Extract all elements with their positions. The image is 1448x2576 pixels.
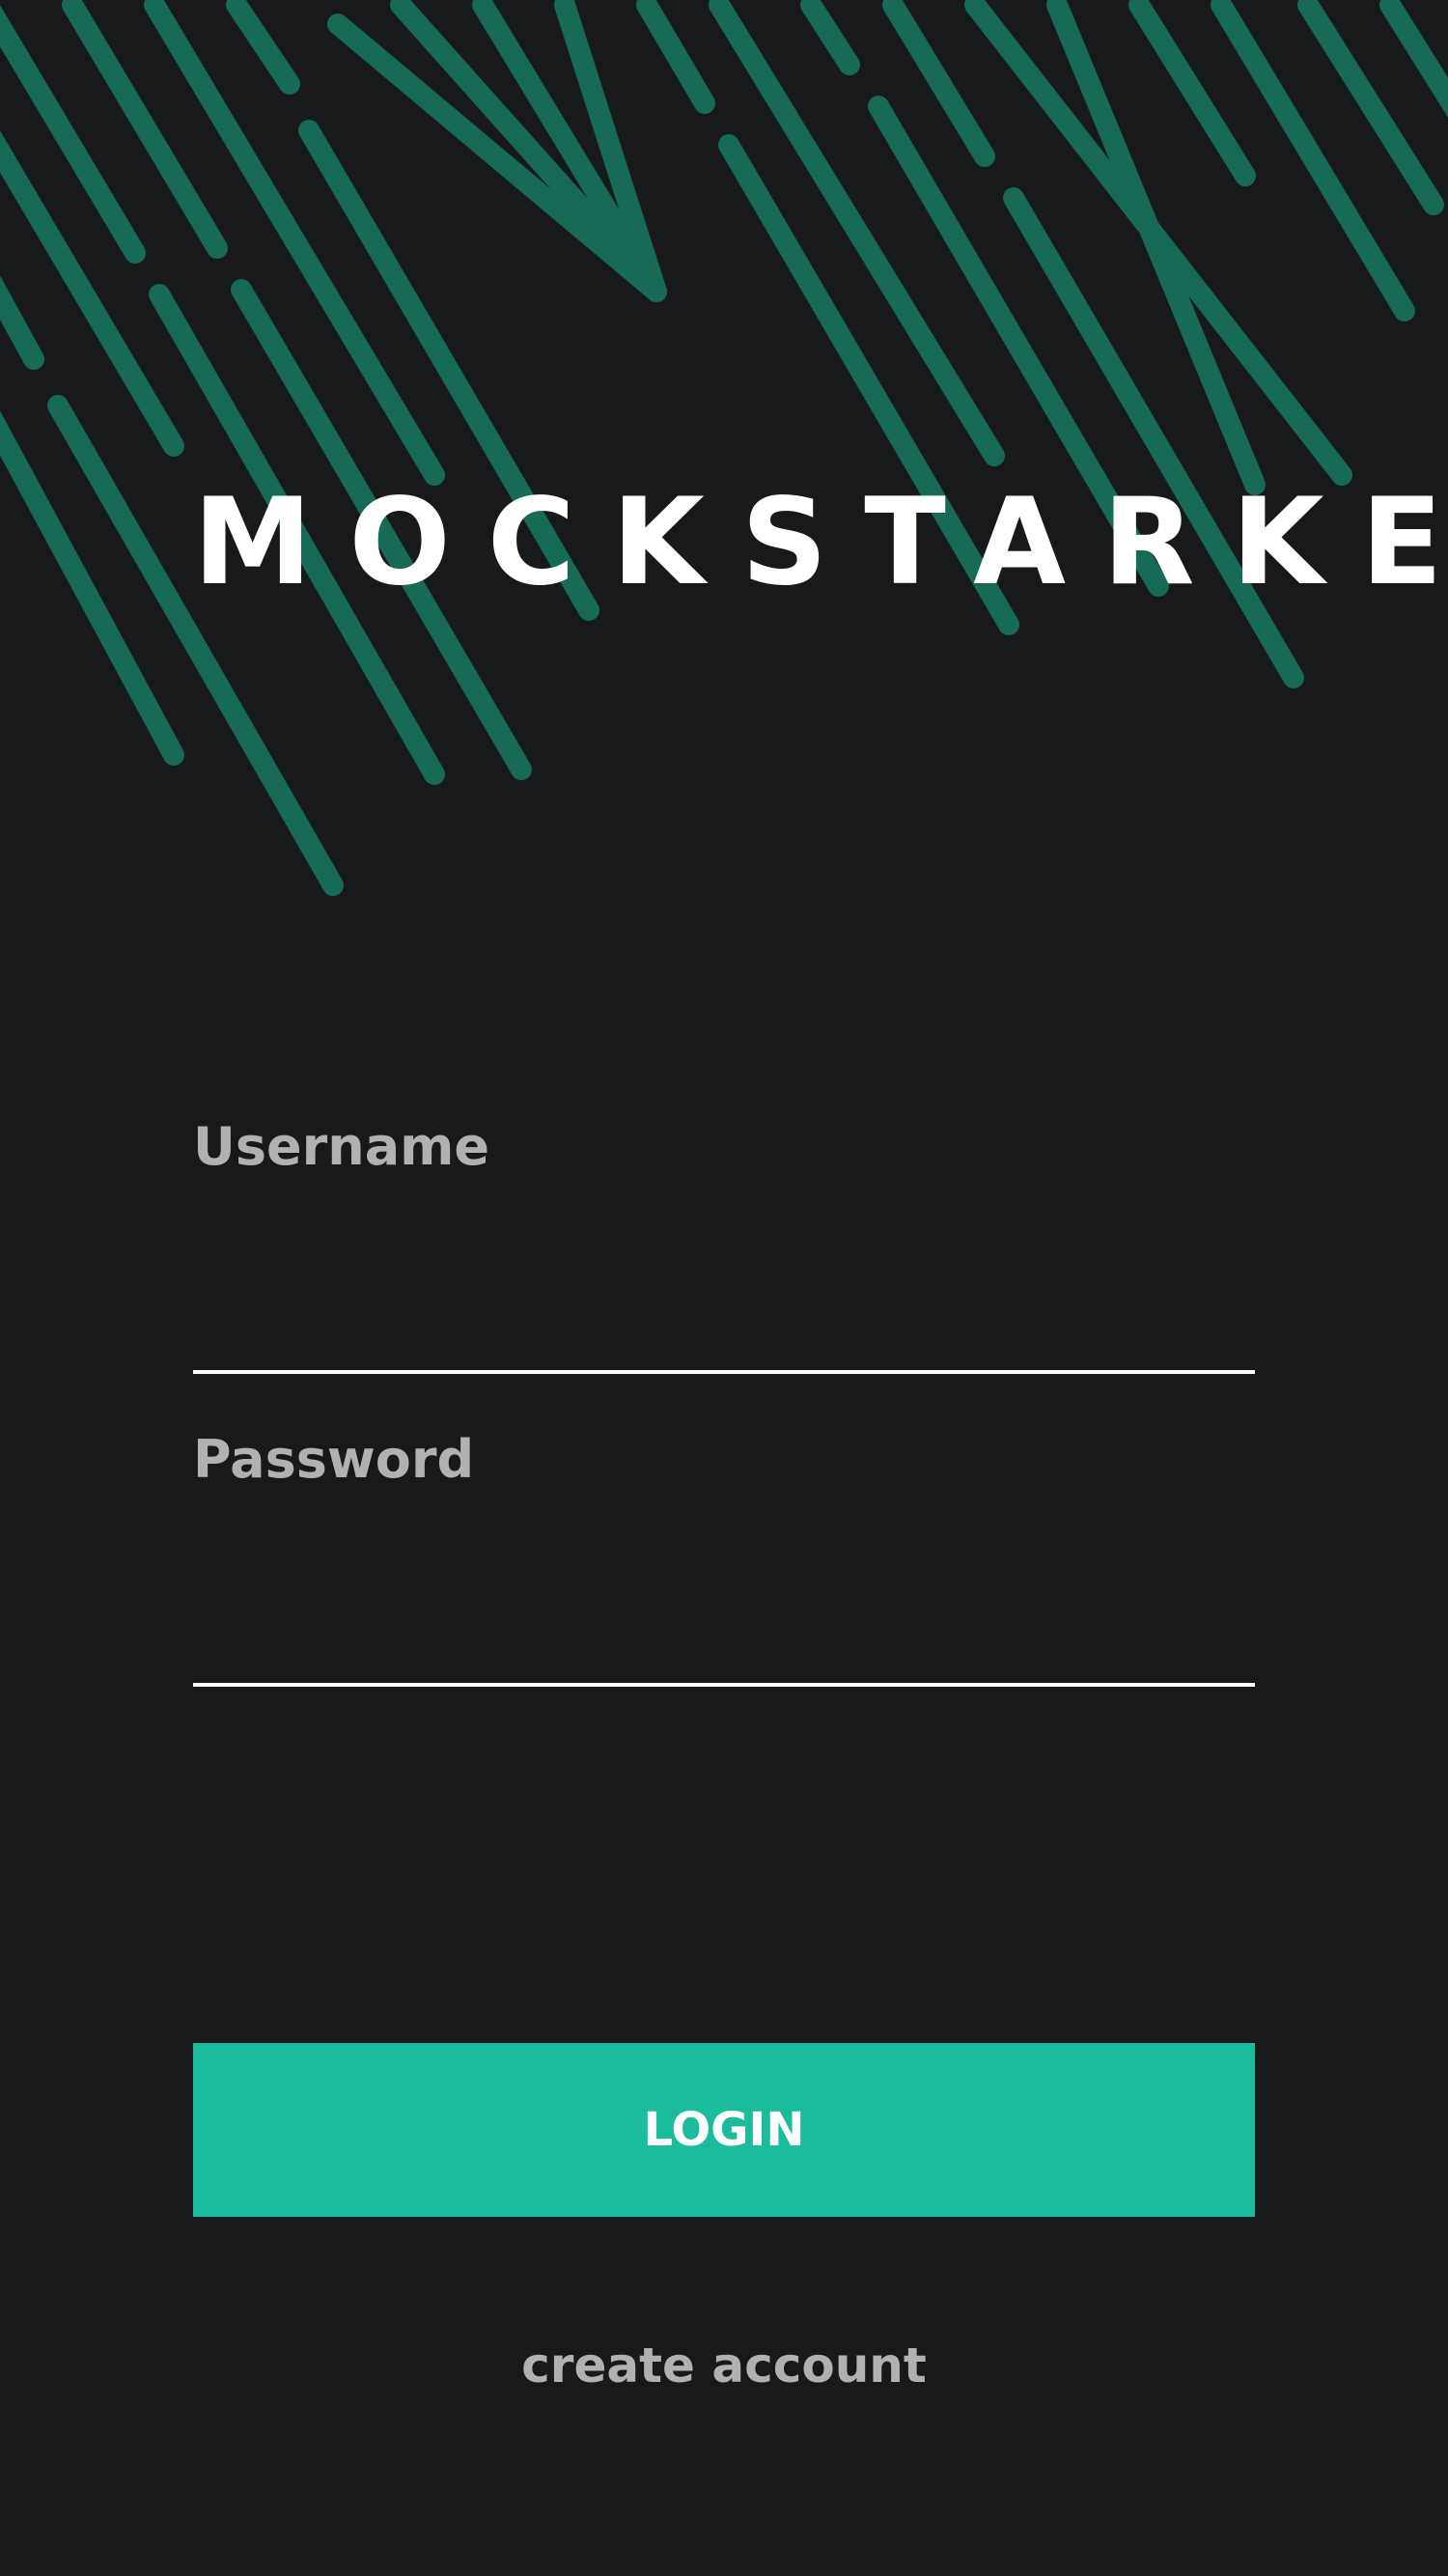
username-label: Username <box>193 1116 490 1177</box>
password-input[interactable] <box>193 1590 1255 1687</box>
pattern-stripe <box>1379 0 1448 118</box>
password-field-group: Password <box>193 1431 1255 1687</box>
pattern-stripe <box>636 0 715 114</box>
login-screen: MOCKSTARKET Username Password LOGIN crea… <box>0 0 1448 2576</box>
username-field-group: Username <box>193 1118 1255 1374</box>
pattern-stripe <box>1211 0 1415 322</box>
app-title: MOCKSTARKET <box>193 473 1448 612</box>
pattern-stripe <box>62 0 228 259</box>
password-label: Password <box>193 1429 475 1490</box>
pattern-stripe <box>0 5 146 264</box>
pattern-stripe <box>0 275 44 370</box>
pattern-stripe <box>226 0 300 95</box>
pattern-stripe <box>800 0 860 75</box>
username-input[interactable] <box>193 1277 1255 1374</box>
create-account-link[interactable]: create account <box>193 2337 1255 2394</box>
login-button[interactable]: LOGIN <box>193 2043 1255 2217</box>
pattern-stripe <box>1046 0 1266 495</box>
